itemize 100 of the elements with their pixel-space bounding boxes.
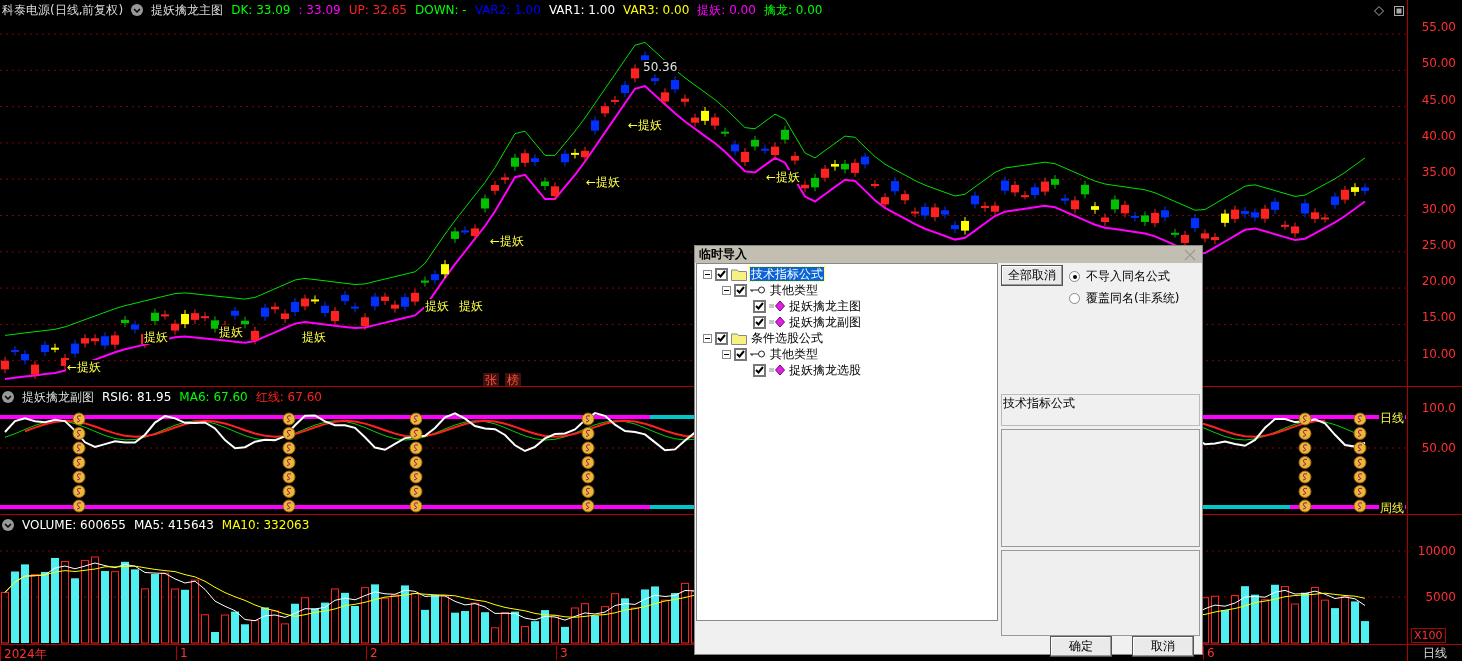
stock-title: 科泰电源(日线,前复权) — [2, 1, 124, 19]
signal-label: ←提妖 — [765, 170, 802, 184]
candlestick — [51, 343, 59, 353]
signal-label: 提妖 — [301, 330, 327, 344]
checkbox[interactable] — [753, 315, 766, 329]
candlestick — [261, 303, 269, 322]
candlestick — [461, 226, 469, 236]
candlestick — [401, 292, 409, 312]
money-bag-icon — [1298, 456, 1312, 469]
collapse-toggle[interactable] — [722, 349, 731, 359]
tree-item[interactable]: 捉妖擒龙选股 — [788, 363, 862, 377]
money-bag-icon — [1353, 441, 1367, 455]
indicator-name[interactable]: 提妖擒龙副图 — [22, 388, 94, 406]
tree-item[interactable]: 技术指标公式 — [750, 267, 824, 281]
cancel-button[interactable]: 取消 — [1132, 636, 1194, 657]
candlestick — [101, 331, 109, 350]
candlestick — [31, 360, 39, 380]
candlestick — [1171, 228, 1179, 239]
candlestick — [71, 339, 79, 359]
checkbox[interactable] — [753, 363, 766, 377]
tree-item[interactable]: 其他类型 — [769, 283, 819, 297]
dropdown-icon[interactable] — [2, 519, 14, 531]
candlestick — [121, 315, 129, 328]
candlestick — [1041, 177, 1049, 197]
candlestick — [781, 125, 789, 145]
candlestick — [811, 173, 819, 192]
candlestick — [831, 159, 839, 172]
candlestick — [251, 326, 259, 345]
radio-dot[interactable] — [1069, 271, 1080, 282]
money-bag-icon — [581, 427, 595, 440]
candlestick — [621, 80, 629, 98]
checkbox[interactable] — [715, 267, 728, 281]
candlestick — [681, 94, 689, 107]
signal-label: 提妖 — [143, 330, 169, 344]
indicator-value: MA10: 332063 — [221, 518, 310, 532]
tree-item[interactable]: 捉妖擒龙副图 — [788, 315, 862, 329]
window-icon[interactable] — [1394, 6, 1404, 16]
indicator-name[interactable]: 提妖擒龙主图 — [151, 1, 224, 19]
axis-tick-label: 25.00 — [1421, 237, 1456, 252]
candlestick — [171, 319, 179, 336]
candlestick — [451, 226, 459, 244]
indicator-value: DK: 33.09 — [231, 3, 291, 17]
candlestick — [351, 302, 359, 313]
collapse-toggle[interactable] — [703, 333, 712, 343]
dropdown-icon[interactable] — [131, 4, 144, 16]
checkbox[interactable] — [753, 299, 766, 313]
money-bag-icon — [581, 485, 595, 498]
dropdown-icon[interactable] — [2, 391, 14, 403]
period-label[interactable]: 日线 — [1408, 645, 1462, 661]
unit-label: X100 — [1411, 628, 1446, 643]
candlestick — [721, 127, 729, 138]
candlestick — [741, 147, 749, 167]
candlestick — [1161, 205, 1169, 222]
indicator-value: RSI6: 81.95 — [102, 390, 172, 404]
tree-item[interactable]: 条件选股公式 — [750, 331, 824, 345]
candlestick — [481, 193, 489, 213]
signal-label: 提妖 — [424, 299, 450, 313]
radio-option[interactable]: 覆盖同名(非系统) — [1069, 290, 1180, 307]
candlestick — [941, 205, 949, 220]
candlestick — [341, 290, 349, 306]
collapse-toggle[interactable] — [703, 269, 712, 279]
money-bag-icon — [1298, 427, 1312, 440]
money-bag-icon — [72, 412, 86, 426]
radio-dot[interactable] — [1069, 293, 1080, 304]
candlestick — [391, 300, 399, 314]
candlestick — [381, 292, 389, 306]
radio-option[interactable]: 不导入同名公式 — [1069, 268, 1180, 285]
axis-tick-label: 10000 — [1417, 544, 1456, 558]
tree-item[interactable]: 其他类型 — [769, 347, 819, 361]
dialog-title: 临时导入 — [699, 246, 747, 263]
signal-label: 提妖 — [218, 325, 244, 339]
collapse-toggle[interactable] — [722, 285, 731, 295]
money-bag-icon — [72, 470, 86, 484]
candlestick — [1091, 201, 1099, 215]
diamond-icon — [769, 301, 785, 311]
candlestick — [1221, 209, 1229, 228]
checkbox[interactable] — [734, 283, 747, 297]
tree-item[interactable]: 捉妖擒龙主图 — [788, 299, 862, 313]
diamond-icon[interactable] — [1374, 6, 1384, 16]
indicator-value: 提妖: 0.00 — [697, 1, 756, 19]
checkbox[interactable] — [715, 331, 728, 345]
candlestick — [191, 308, 199, 325]
candlestick — [1241, 206, 1249, 219]
candlestick — [1141, 210, 1149, 227]
candlestick — [1291, 221, 1299, 238]
candlestick — [1151, 208, 1159, 228]
candlestick — [1351, 182, 1359, 197]
candlestick — [551, 181, 559, 201]
candlestick — [561, 149, 569, 167]
candlestick — [771, 142, 779, 160]
candlestick — [671, 75, 679, 94]
candlestick — [131, 320, 139, 335]
candlestick — [1011, 180, 1019, 197]
candlestick — [491, 180, 499, 196]
candlestick — [471, 223, 479, 241]
money-bag-icon — [409, 427, 423, 440]
checkbox[interactable] — [734, 347, 747, 361]
candlestick — [911, 207, 919, 218]
cancel-all-button[interactable]: 全部取消 — [1001, 265, 1063, 286]
ok-button[interactable]: 确定 — [1050, 636, 1112, 657]
